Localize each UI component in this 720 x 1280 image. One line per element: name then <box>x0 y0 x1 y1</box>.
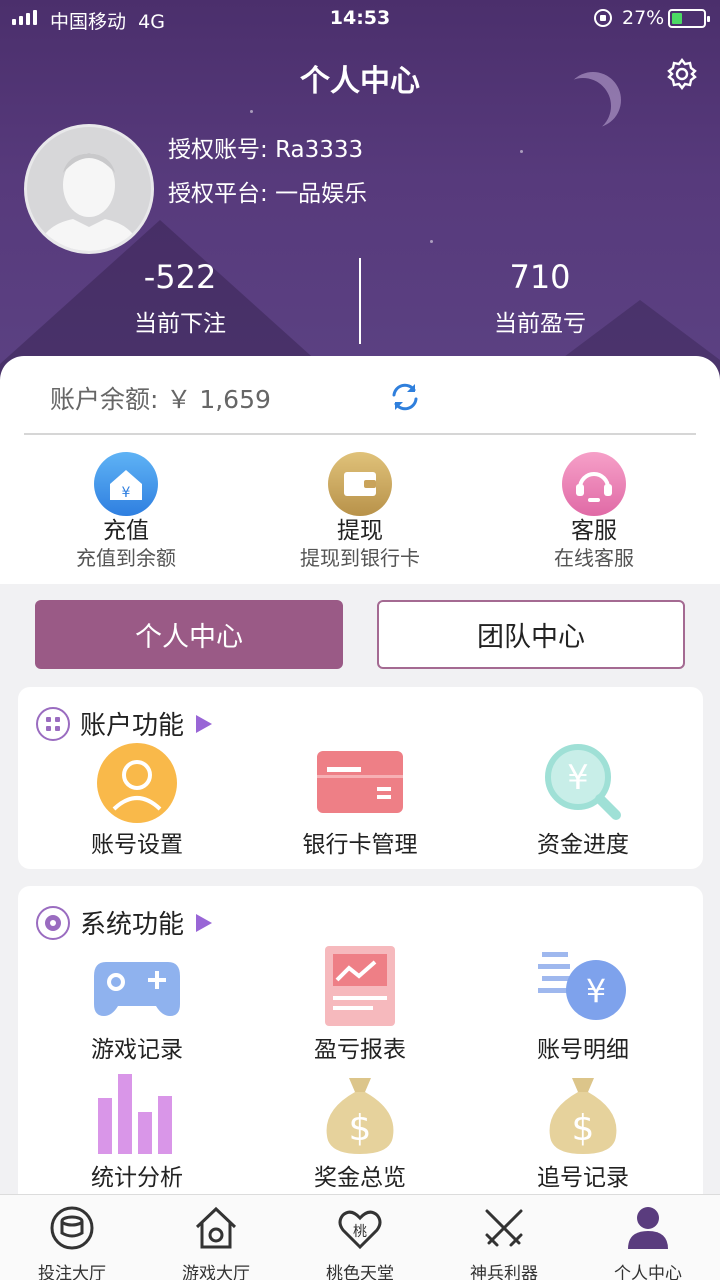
current-profit-value: 710 <box>509 258 571 296</box>
withdraw-title: 提现 <box>337 518 383 544</box>
account-settings-label: 账号设置 <box>91 832 183 858</box>
fund-progress-label: 资金进度 <box>537 832 629 858</box>
personal-center-tab[interactable]: 个人中心 <box>35 600 343 669</box>
star-decoration <box>430 240 433 243</box>
withdraw-button[interactable]: 提现 提现到银行卡 <box>240 452 480 570</box>
page-title: 个人中心 <box>300 64 420 99</box>
account-detail-item[interactable]: ¥ 账号明细 <box>469 946 697 1064</box>
bank-card-item[interactable]: 银行卡管理 <box>246 741 474 859</box>
recharge-subtitle: 充值到余额 <box>76 546 176 570</box>
tab-label: 个人中心 <box>614 1264 682 1280</box>
avatar[interactable] <box>24 124 154 254</box>
triangle-icon <box>196 913 213 932</box>
betting-hall-icon <box>50 1206 94 1250</box>
grid-icon <box>36 706 70 741</box>
platform-info: 授权平台: 一品娱乐 <box>168 181 368 207</box>
tab-label: 投注大厅 <box>38 1264 106 1280</box>
balance-display: 账户余额: ￥ 1,659 <box>50 385 271 414</box>
recharge-button[interactable]: ¥ 充值 充值到余额 <box>6 452 246 570</box>
tab-betting-hall[interactable]: 投注大厅 <box>0 1195 144 1280</box>
bank-card-label: 银行卡管理 <box>302 832 418 858</box>
account-detail-label: 账号明细 <box>537 1037 629 1063</box>
tab-label: 神兵利器 <box>470 1264 538 1280</box>
star-decoration <box>250 110 253 113</box>
chase-record-item[interactable]: $ 追号记录 <box>469 1074 697 1192</box>
customer-service-title: 客服 <box>571 518 617 544</box>
avatar-silhouette-icon <box>37 153 141 251</box>
tab-label: 游戏大厅 <box>182 1264 250 1280</box>
svg-text:¥: ¥ <box>122 485 131 501</box>
peach-heart-icon: 桃 <box>338 1210 382 1250</box>
current-profit-stat: 710 当前盈亏 <box>360 258 720 338</box>
refresh-icon[interactable] <box>388 380 422 414</box>
tab-label: 桃色天堂 <box>326 1264 394 1280</box>
tab-peach-paradise[interactable]: 桃 桃色天堂 <box>288 1195 432 1280</box>
gear-icon[interactable] <box>664 56 700 92</box>
game-record-item[interactable]: 游戏记录 <box>23 946 251 1064</box>
svg-text:$: $ <box>572 1108 595 1149</box>
system-functions-panel: 系统功能 游戏记录 盈亏报表 ¥ 账号明细 统计分析 $ 奖金总览 $ 追号记录 <box>18 886 703 1206</box>
tab-personal-center[interactable]: 个人中心 <box>576 1195 720 1280</box>
home-icon <box>195 1206 237 1249</box>
current-bet-value: -522 <box>143 258 217 296</box>
user-settings-icon <box>92 741 182 823</box>
withdraw-subtitle: 提现到银行卡 <box>300 546 420 570</box>
wallet-icon <box>328 452 392 516</box>
svg-text:桃: 桃 <box>353 1224 367 1240</box>
report-icon <box>315 946 405 1026</box>
money-bag-icon: $ <box>315 1074 405 1154</box>
account-functions-title: 账户功能 <box>80 711 185 741</box>
tab-game-hall[interactable]: 游戏大厅 <box>144 1195 288 1280</box>
balance-card: 账户余额: ￥ 1,659 ¥ 充值 充值到余额 提现 提现到银行卡 客服 在线… <box>0 356 720 584</box>
profit-report-label: 盈亏报表 <box>314 1037 406 1063</box>
recharge-title: 充值 <box>103 518 149 544</box>
account-detail-icon: ¥ <box>538 946 628 1026</box>
game-record-label: 游戏记录 <box>91 1037 183 1063</box>
status-bar: 中国移动 4G 14:53 27% <box>0 0 720 40</box>
fund-search-icon: ¥ <box>538 741 628 821</box>
svg-text:¥: ¥ <box>586 972 606 1010</box>
money-bag-icon: $ <box>538 1074 628 1154</box>
bottom-tab-bar: 投注大厅 游戏大厅 桃 桃色天堂 神兵利器 个人中心 <box>0 1194 720 1280</box>
statistics-label: 统计分析 <box>91 1165 183 1191</box>
team-center-tab[interactable]: 团队中心 <box>377 600 685 669</box>
settings-gear-icon <box>36 905 70 940</box>
customer-service-button[interactable]: 客服 在线客服 <box>474 452 714 570</box>
customer-service-subtitle: 在线客服 <box>554 546 634 570</box>
current-bet-stat: -522 当前下注 <box>0 258 360 338</box>
crossed-swords-icon <box>485 1209 523 1247</box>
star-decoration <box>520 150 523 153</box>
system-functions-header: 系统功能 <box>36 904 213 941</box>
user-icon <box>628 1207 668 1249</box>
statistics-item[interactable]: 统计分析 <box>23 1074 251 1192</box>
gamepad-icon <box>92 946 182 1026</box>
profit-report-item[interactable]: 盈亏报表 <box>246 946 474 1064</box>
account-functions-panel: 账户功能 账号设置 银行卡管理 ¥ 资金进度 <box>18 687 703 869</box>
bonus-overview-item[interactable]: $ 奖金总览 <box>246 1074 474 1192</box>
balance-divider <box>24 433 696 435</box>
svg-text:$: $ <box>349 1108 372 1149</box>
current-profit-label: 当前盈亏 <box>494 311 586 337</box>
battery-percent: 27% <box>622 7 665 29</box>
system-functions-title: 系统功能 <box>80 910 185 940</box>
account-functions-header: 账户功能 <box>36 705 213 742</box>
bank-card-icon <box>315 741 405 821</box>
current-bet-label: 当前下注 <box>134 311 226 337</box>
clock: 14:53 <box>329 7 391 29</box>
bar-stats-icon <box>92 1074 182 1154</box>
recharge-icon: ¥ <box>94 452 158 516</box>
tab-weapons[interactable]: 神兵利器 <box>432 1195 576 1280</box>
battery-icon <box>668 9 710 28</box>
triangle-icon <box>196 714 213 733</box>
rotation-lock-icon <box>594 9 612 27</box>
fund-progress-item[interactable]: ¥ 资金进度 <box>469 741 697 859</box>
account-info: 授权账号: Ra3333 <box>168 137 364 163</box>
account-settings-item[interactable]: 账号设置 <box>23 741 251 859</box>
svg-text:¥: ¥ <box>567 758 589 798</box>
headset-icon <box>562 452 626 516</box>
bonus-overview-label: 奖金总览 <box>314 1165 406 1191</box>
chase-record-label: 追号记录 <box>537 1165 629 1191</box>
